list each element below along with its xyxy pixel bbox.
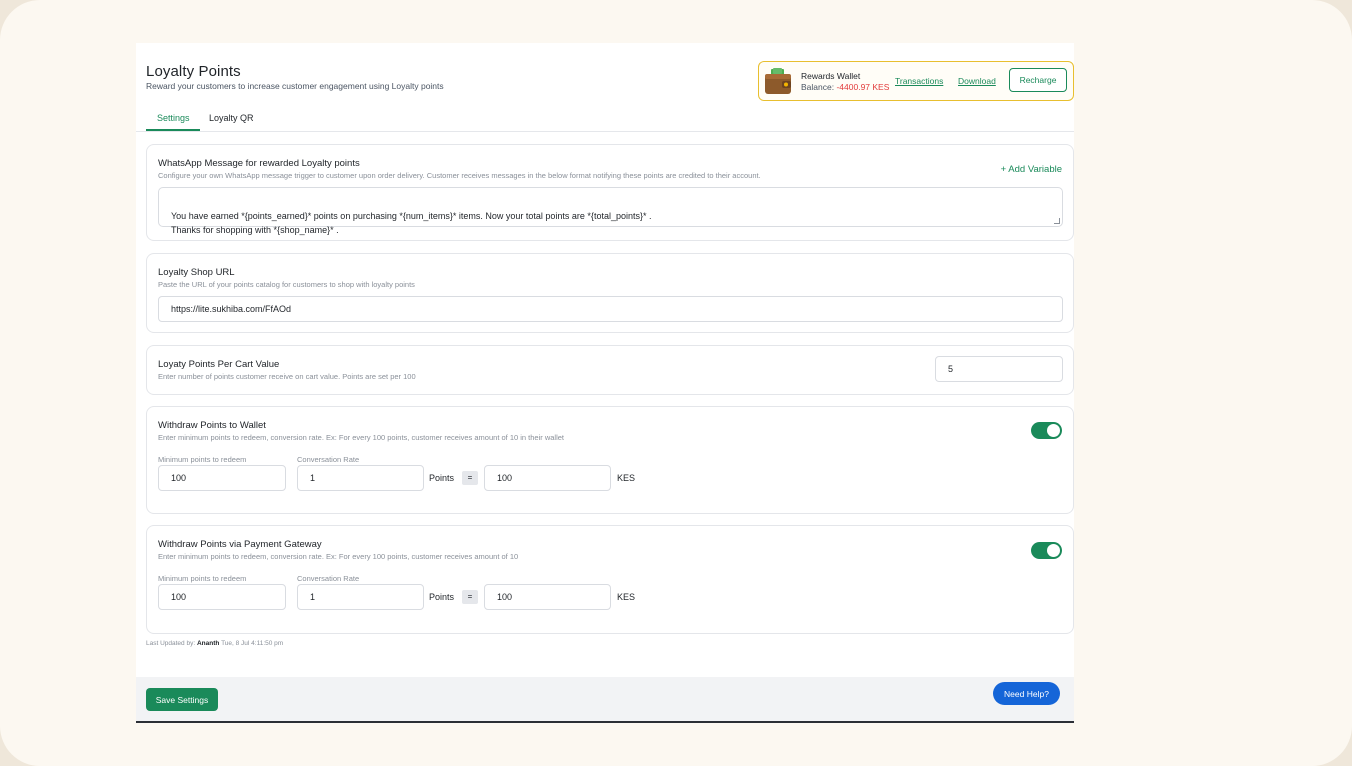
withdraw-wallet-title: Withdraw Points to Wallet	[158, 420, 266, 431]
loyalty-points-page: Loyalty Points Reward your customers to …	[136, 43, 1074, 723]
last-updated-timestamp: Tue, 8 Jul 4:11:50 pm	[221, 640, 284, 647]
gateway-points-unit-label: Points	[429, 592, 455, 602]
resize-handle-icon[interactable]	[1054, 218, 1060, 224]
need-help-button[interactable]: Need Help?	[993, 682, 1060, 705]
bottom-divider	[136, 721, 1074, 723]
last-updated-user: Ananth	[196, 640, 220, 647]
withdraw-gateway-toggle[interactable]	[1031, 542, 1062, 559]
shop-url-input[interactable]: https://lite.sukhiba.com/FfAOd	[158, 296, 1063, 322]
equals-sign: =	[462, 471, 478, 485]
balance-label: Balance:	[801, 82, 835, 92]
page-subtitle: Reward your customers to increase custom…	[146, 81, 444, 91]
min-points-label: Minimum points to redeem	[158, 455, 247, 464]
tab-bar: Settings Loyalty QR	[136, 107, 1074, 132]
withdraw-gateway-description: Enter minimum points to redeem, conversi…	[158, 552, 519, 561]
withdraw-gateway-title: Withdraw Points via Payment Gateway	[158, 539, 322, 550]
active-tab-indicator	[146, 129, 200, 131]
page-title: Loyalty Points	[146, 63, 241, 80]
points-per-cart-card: Loyaty Points Per Cart Value Enter numbe…	[146, 345, 1074, 395]
whatsapp-card-description: Configure your own WhatsApp message trig…	[158, 171, 761, 180]
balance-value: -4400.97 KES	[836, 82, 890, 92]
wallet-icon	[765, 68, 791, 94]
per-cart-title: Loyaty Points Per Cart Value	[158, 359, 280, 370]
last-updated-label: Last Updated by:	[146, 640, 196, 647]
gateway-conversion-rate-label: Conversation Rate	[297, 574, 360, 583]
tab-settings[interactable]: Settings	[157, 113, 190, 123]
add-variable-button[interactable]: + Add Variable	[1001, 164, 1062, 175]
whatsapp-message-text: You have earned *{points_earned}* points…	[171, 211, 652, 235]
rewards-wallet-card: Rewards Wallet Balance: -4400.97 KES Tra…	[758, 61, 1074, 101]
loyalty-shop-url-card: Loyalty Shop URL Paste the URL of your p…	[146, 253, 1074, 333]
withdraw-wallet-toggle[interactable]	[1031, 422, 1062, 439]
whatsapp-message-card: WhatsApp Message for rewarded Loyalty po…	[146, 144, 1074, 241]
save-settings-button[interactable]: Save Settings	[146, 688, 218, 711]
recharge-button[interactable]: Recharge	[1009, 68, 1067, 92]
wallet-title: Rewards Wallet	[801, 71, 861, 81]
gateway-equals-sign: =	[462, 590, 478, 604]
shop-url-title: Loyalty Shop URL	[158, 267, 235, 278]
gateway-min-points-input[interactable]: 100	[158, 584, 286, 610]
withdraw-wallet-card: Withdraw Points to Wallet Enter minimum …	[146, 406, 1074, 514]
whatsapp-card-title: WhatsApp Message for rewarded Loyalty po…	[158, 158, 360, 169]
min-points-input[interactable]: 100	[158, 465, 286, 491]
conversion-amount-input[interactable]: 100	[484, 465, 611, 491]
withdraw-wallet-description: Enter minimum points to redeem, conversi…	[158, 433, 565, 442]
conversion-points-input[interactable]: 1	[297, 465, 424, 491]
gateway-conversion-amount-input[interactable]: 100	[484, 584, 611, 610]
points-unit-label: Points	[429, 473, 455, 483]
transactions-link[interactable]: Transactions	[895, 76, 943, 86]
last-updated-info: Last Updated by: Ananth Tue, 8 Jul 4:11:…	[146, 640, 283, 647]
shop-url-description: Paste the URL of your points catalog for…	[158, 280, 415, 289]
gateway-min-points-label: Minimum points to redeem	[158, 574, 247, 583]
gateway-currency-label: KES	[617, 592, 636, 602]
per-cart-description: Enter number of points customer receive …	[158, 372, 416, 381]
footer-bar: Save Settings Need Help?	[136, 677, 1074, 723]
conversion-rate-label: Conversation Rate	[297, 455, 360, 464]
withdraw-gateway-card: Withdraw Points via Payment Gateway Ente…	[146, 525, 1074, 634]
whatsapp-message-textarea[interactable]: You have earned *{points_earned}* points…	[158, 187, 1063, 235]
tab-loyalty-qr[interactable]: Loyalty QR	[209, 113, 254, 123]
wallet-balance: Balance: -4400.97 KES	[801, 82, 889, 92]
currency-label: KES	[617, 473, 636, 483]
download-link[interactable]: Download	[958, 76, 996, 86]
points-per-cart-input[interactable]: 5	[935, 356, 1063, 382]
gateway-conversion-points-input[interactable]: 1	[297, 584, 424, 610]
